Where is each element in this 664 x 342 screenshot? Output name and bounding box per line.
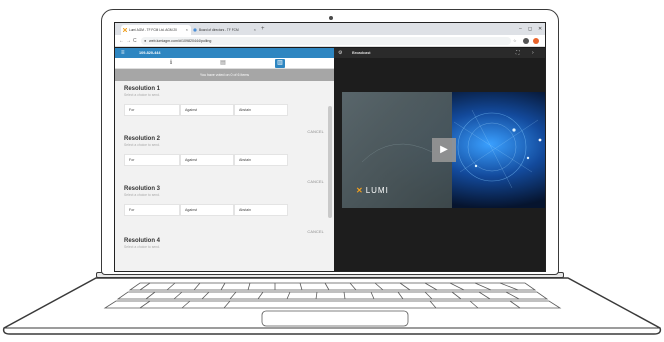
voting-panel: ≡ 109-820-444 ℹ ▤ ▥ You have voted on 0 … bbox=[115, 48, 334, 271]
resolution-title: Resolution 2 bbox=[124, 136, 161, 142]
laptop-screen: Lumi AGM - TF FCM Ltd. AGM 20 × Board of… bbox=[114, 22, 546, 272]
lumi-logo-text: LUMI bbox=[365, 186, 389, 195]
resolution-title: Resolution 1 bbox=[124, 86, 161, 92]
address-bar-row: ← → C ● web.lumiagm.com/#/109820444/poll… bbox=[115, 35, 545, 47]
tab-label: Board of directors - TF FCM bbox=[199, 28, 239, 32]
broadcast-video[interactable]: ▶ ✕ LUMI bbox=[342, 92, 545, 208]
tab-label: Lumi AGM - TF FCM Ltd. AGM 20 bbox=[129, 28, 177, 32]
resolution-card: Resolution 1 Select a choice to send. Fo… bbox=[124, 86, 324, 134]
broadcast-panel: ⚙ Broadcast ⛶ › ▶ ✕ LUMI bbox=[334, 48, 545, 271]
chevron-right-icon[interactable]: › bbox=[532, 48, 534, 58]
url-field[interactable]: ● web.lumiagm.com/#/109820444/polling bbox=[141, 37, 511, 45]
resolution-subtitle: Select a choice to send. bbox=[124, 245, 161, 249]
cancel-button[interactable]: CANCEL bbox=[307, 230, 324, 234]
close-window-button[interactable]: ✕ bbox=[538, 23, 542, 35]
choice-against-button[interactable]: Against bbox=[180, 104, 234, 116]
resolution-card: Resolution 4 Select a choice to send. bbox=[124, 238, 324, 249]
camera-dot bbox=[329, 16, 333, 20]
choice-against-button[interactable]: Against bbox=[180, 154, 234, 166]
lumi-page: ≡ 109-820-444 ℹ ▤ ▥ You have voted on 0 … bbox=[115, 48, 545, 271]
choice-row: For Against Abstain bbox=[124, 154, 324, 166]
forward-button[interactable]: → bbox=[126, 35, 131, 47]
gear-icon[interactable]: ⚙ bbox=[338, 48, 342, 58]
cancel-button[interactable]: CANCEL bbox=[307, 130, 324, 134]
lumi-favicon-icon bbox=[123, 28, 127, 32]
voted-status-banner: You have voted on 0 of 6 items bbox=[115, 69, 334, 81]
broadcast-header: ⚙ Broadcast ⛶ › bbox=[334, 48, 545, 58]
bookmark-star-icon[interactable]: ☆ bbox=[513, 35, 517, 47]
menu-icon[interactable]: ≡ bbox=[121, 48, 125, 58]
poll-icon[interactable]: ▥ bbox=[275, 59, 285, 68]
resolution-subtitle: Select a choice to send. bbox=[124, 93, 161, 97]
info-icon[interactable]: ℹ bbox=[166, 59, 176, 68]
resolution-subtitle: Select a choice to send. bbox=[124, 143, 161, 147]
messaging-icon[interactable]: ▤ bbox=[218, 59, 228, 68]
play-button[interactable]: ▶ bbox=[432, 138, 456, 162]
meeting-id: 109-820-444 bbox=[139, 51, 161, 55]
resolution-card: Resolution 3 Select a choice to send. Fo… bbox=[124, 186, 324, 234]
lock-icon: ● bbox=[144, 38, 147, 43]
profile-avatar[interactable] bbox=[533, 38, 539, 44]
back-button[interactable]: ← bbox=[119, 35, 124, 47]
choice-abstain-button[interactable]: Abstain bbox=[234, 154, 288, 166]
tab-close-icon[interactable]: × bbox=[186, 25, 188, 35]
globe-favicon-icon bbox=[193, 28, 197, 32]
lumi-x-icon: ✕ bbox=[356, 186, 364, 195]
choice-abstain-button[interactable]: Abstain bbox=[234, 104, 288, 116]
panel-nav-bar: ℹ ▤ ▥ bbox=[115, 58, 334, 69]
browser-tab-bar: Lumi AGM - TF FCM Ltd. AGM 20 × Board of… bbox=[115, 23, 545, 35]
voting-scrollbar[interactable] bbox=[328, 106, 332, 218]
laptop-lid: Lumi AGM - TF FCM Ltd. AGM 20 × Board of… bbox=[101, 9, 559, 275]
extension-icon[interactable] bbox=[523, 38, 529, 44]
resolution-card: Resolution 2 Select a choice to send. Fo… bbox=[124, 136, 324, 184]
voting-top-bar: ≡ 109-820-444 bbox=[115, 48, 334, 58]
choice-abstain-button[interactable]: Abstain bbox=[234, 204, 288, 216]
tab-lumi-agm[interactable]: Lumi AGM - TF FCM Ltd. AGM 20 × bbox=[121, 25, 191, 35]
choice-against-button[interactable]: Against bbox=[180, 204, 234, 216]
url-text: web.lumiagm.com/#/109820444/polling bbox=[149, 39, 212, 43]
choice-for-button[interactable]: For bbox=[124, 154, 180, 166]
reload-button[interactable]: C bbox=[133, 35, 137, 47]
resolution-title: Resolution 4 bbox=[124, 238, 161, 244]
resolution-subtitle: Select a choice to send. bbox=[124, 193, 161, 197]
minimize-button[interactable]: – bbox=[519, 23, 522, 35]
fullscreen-icon[interactable]: ⛶ bbox=[516, 48, 520, 58]
choice-for-button[interactable]: For bbox=[124, 104, 180, 116]
resolution-title: Resolution 3 bbox=[124, 186, 161, 192]
cancel-button[interactable]: CANCEL bbox=[307, 180, 324, 184]
lumi-logo: ✕ LUMI bbox=[356, 186, 389, 195]
new-tab-button[interactable]: + bbox=[261, 24, 265, 35]
choice-row: For Against Abstain bbox=[124, 104, 324, 116]
broadcast-title: Broadcast bbox=[352, 51, 371, 55]
maximize-button[interactable]: ◻ bbox=[528, 23, 532, 35]
tab-board-of-directors[interactable]: Board of directors - TF FCM × bbox=[191, 25, 259, 35]
tab-close-icon[interactable]: × bbox=[254, 25, 256, 35]
choice-row: For Against Abstain bbox=[124, 204, 324, 216]
choice-for-button[interactable]: For bbox=[124, 204, 180, 216]
